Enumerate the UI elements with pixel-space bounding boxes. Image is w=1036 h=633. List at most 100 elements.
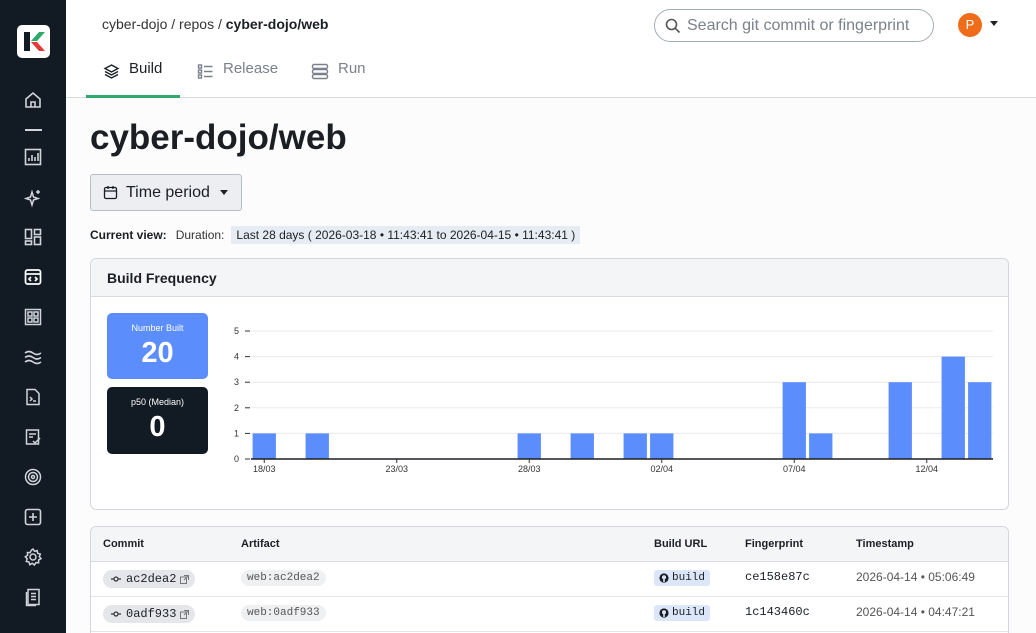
external-link-icon xyxy=(180,574,190,584)
timestamp-value: 2026-04-14 • 04:47:21 xyxy=(856,605,975,619)
x-tick-label: 28/03 xyxy=(518,464,541,474)
chevron-down-icon[interactable] xyxy=(990,21,998,26)
table-row: 0adf933 web:0adf933 build 1c143460c 2026… xyxy=(91,597,1008,632)
commit-link[interactable]: 0adf933 xyxy=(103,605,196,623)
x-tick-label: 02/04 xyxy=(650,464,673,474)
build-url-label: build xyxy=(672,572,706,584)
y-tick-label: 2 xyxy=(234,403,239,413)
build-url-link[interactable]: build xyxy=(654,605,711,621)
active-tab-indicator xyxy=(86,95,180,98)
table-header: Commit Artifact Build URL Fingerprint Ti… xyxy=(91,527,1008,562)
main-content: cyber-dojo / repos / cyber-dojo/web P Bu… xyxy=(66,0,1036,633)
checklist-icon[interactable] xyxy=(21,425,45,449)
artifact-link[interactable]: web:ac2dea2 xyxy=(241,570,326,586)
x-tick-label: 07/04 xyxy=(783,464,806,474)
artifact-link[interactable]: web:0adf933 xyxy=(241,605,326,621)
list-icon xyxy=(197,64,213,79)
number-built-stat: Number Built 20 xyxy=(107,313,208,379)
bar xyxy=(888,382,912,459)
duration-label: Duration: xyxy=(175,228,225,242)
number-built-value: 20 xyxy=(141,337,174,369)
header-artifact: Artifact xyxy=(241,538,280,550)
document-icon[interactable] xyxy=(21,585,45,609)
search-icon xyxy=(665,18,681,39)
median-value: 0 xyxy=(149,411,166,443)
median-stat: p50 (Median) 0 xyxy=(107,387,208,454)
breadcrumb-current: cyber-dojo/web xyxy=(225,16,329,32)
bar xyxy=(623,433,647,459)
y-tick-label: 0 xyxy=(234,454,239,464)
bar xyxy=(782,382,806,459)
fingerprint-value[interactable]: 1c143460c xyxy=(745,605,810,619)
github-icon xyxy=(659,573,669,583)
gear-icon[interactable] xyxy=(21,545,45,569)
bar xyxy=(809,433,833,459)
breadcrumb-separator: / xyxy=(167,16,180,32)
build-frequency-card: Build Frequency Number Built 20 p50 (Med… xyxy=(90,258,1009,510)
grid-icon[interactable] xyxy=(21,305,45,329)
kosli-logo[interactable] xyxy=(17,25,50,58)
caret-down-icon xyxy=(219,190,228,195)
tab-release[interactable]: Release xyxy=(197,60,278,98)
header-build-url: Build URL xyxy=(654,538,708,550)
bar-chart-icon[interactable] xyxy=(21,145,45,169)
sidebar xyxy=(0,0,66,633)
tab-release-label: Release xyxy=(223,60,279,77)
plus-box-icon[interactable] xyxy=(21,505,45,529)
calendar-icon xyxy=(103,186,118,200)
waves-icon[interactable] xyxy=(21,345,45,369)
tab-run-label: Run xyxy=(338,60,366,77)
terminal-file-icon[interactable] xyxy=(21,385,45,409)
layers-icon xyxy=(103,64,120,79)
tab-run[interactable]: Run xyxy=(311,60,366,98)
fingerprint-value[interactable]: ce158e87c xyxy=(745,570,810,584)
sidebar-divider xyxy=(25,129,42,131)
breadcrumb-org[interactable]: cyber-dojo xyxy=(102,16,167,32)
bar xyxy=(305,433,329,459)
y-tick-label: 1 xyxy=(234,428,239,438)
current-view-label: Current view: xyxy=(90,228,167,242)
tab-build-label: Build xyxy=(129,60,163,77)
builds-table: Commit Artifact Build URL Fingerprint Ti… xyxy=(90,526,1009,633)
commit-link[interactable]: ac2dea2 xyxy=(103,570,196,588)
bar xyxy=(252,433,276,459)
x-tick-label: 23/03 xyxy=(385,464,408,474)
external-link-icon xyxy=(180,609,190,619)
number-built-label: Number Built xyxy=(131,323,184,333)
header-fingerprint: Fingerprint xyxy=(745,538,804,550)
bar xyxy=(570,433,594,459)
top-bar: cyber-dojo / repos / cyber-dojo/web P Bu… xyxy=(66,0,1036,98)
build-url-label: build xyxy=(672,607,706,619)
bar xyxy=(517,433,541,459)
sparkle-icon[interactable] xyxy=(21,186,45,210)
build-url-link[interactable]: build xyxy=(654,570,711,586)
table-row: ac2dea2 web:ac2dea2 build ce158e87c 2026… xyxy=(91,562,1008,597)
commit-sha: ac2dea2 xyxy=(126,572,177,586)
search-input[interactable] xyxy=(687,17,927,35)
github-icon xyxy=(659,608,669,618)
dashboard-icon[interactable] xyxy=(21,225,45,249)
bar xyxy=(968,382,992,459)
time-period-button[interactable]: Time period xyxy=(90,174,242,211)
breadcrumb-separator: / xyxy=(214,16,226,32)
code-window-icon[interactable] xyxy=(21,265,45,289)
breadcrumb-repos[interactable]: repos xyxy=(179,16,214,32)
page-title: cyber-dojo/web xyxy=(90,118,347,157)
avatar[interactable]: P xyxy=(958,13,982,37)
breadcrumb: cyber-dojo / repos / cyber-dojo/web xyxy=(102,16,328,32)
y-tick-label: 5 xyxy=(234,326,239,336)
y-tick-label: 4 xyxy=(234,352,239,362)
tab-build[interactable]: Build xyxy=(103,60,162,98)
search-box[interactable] xyxy=(654,9,934,42)
y-tick-label: 3 xyxy=(234,377,239,387)
header-commit: Commit xyxy=(103,538,144,550)
build-frequency-chart: 0 1 2 3 4 5 18/03 23/03 28/03 02/04 07/04 12/04 xyxy=(234,326,993,474)
current-view: Current view: Duration: Last 28 days ( 2… xyxy=(90,226,581,244)
bar xyxy=(941,356,965,459)
target-icon[interactable] xyxy=(21,465,45,489)
timestamp-value: 2026-04-14 • 05:06:49 xyxy=(856,570,975,584)
home-icon[interactable] xyxy=(21,88,45,112)
header-timestamp: Timestamp xyxy=(856,538,914,550)
commit-icon xyxy=(111,611,121,617)
commit-icon xyxy=(111,576,121,582)
